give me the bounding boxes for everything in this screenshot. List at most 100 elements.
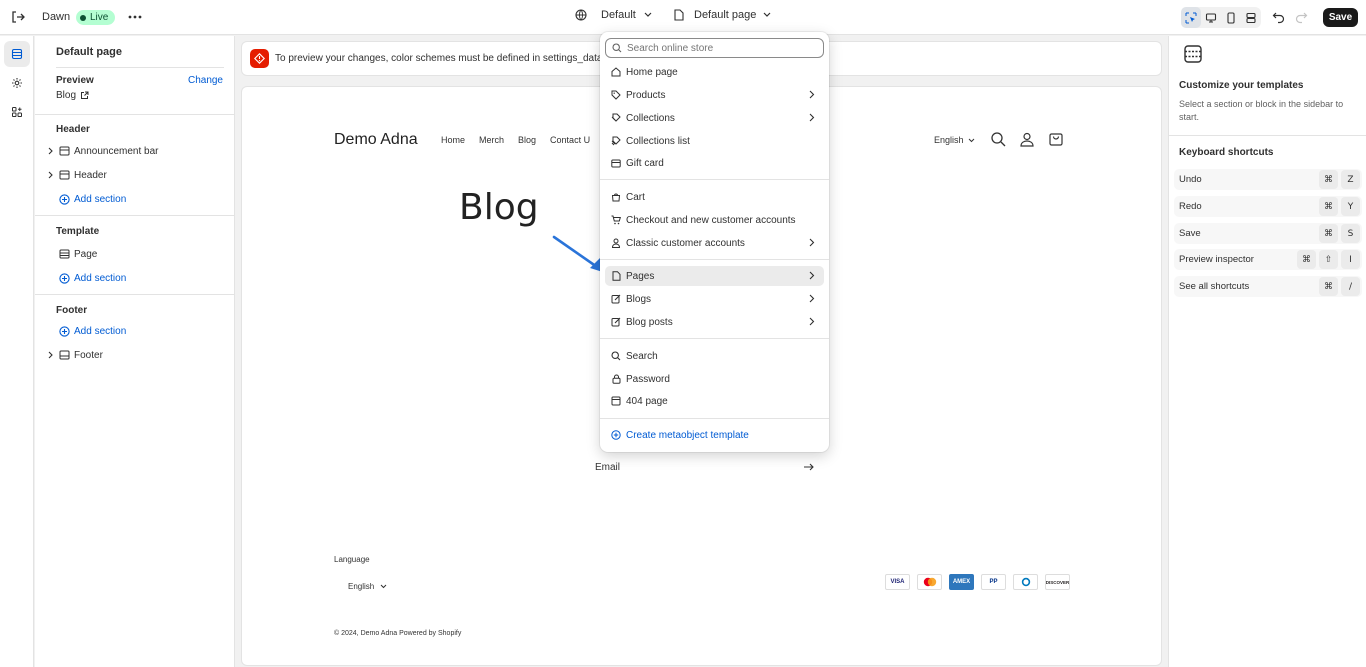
shortcut-label: Preview inspector (1179, 254, 1254, 265)
store-nav-home[interactable]: Home (441, 135, 465, 145)
section-icon (58, 146, 70, 156)
shortcut-key: / (1341, 277, 1360, 296)
preview-value[interactable]: Blog (56, 90, 89, 101)
exit-icon[interactable] (9, 8, 27, 26)
footer-language-label: Language (334, 555, 370, 564)
checkout-icon (611, 215, 621, 225)
dropdown-item-blog-posts[interactable]: Blog posts (605, 312, 824, 332)
plus-circle-icon (58, 193, 70, 205)
mobile-view-button[interactable] (1221, 7, 1241, 28)
plus-circle-icon (611, 430, 621, 440)
mastercard-icon (917, 574, 942, 590)
dropdown-item-label: Blogs (626, 293, 652, 305)
search-icon[interactable] (990, 131, 1006, 147)
layout-icon (1246, 12, 1256, 23)
keyboard-shortcuts-title: Keyboard shortcuts (1179, 147, 1274, 158)
sections-rail-button[interactable] (4, 41, 30, 67)
add-section-footer-button[interactable]: Add section (45, 321, 225, 341)
section-item-label: Footer (74, 349, 103, 361)
account-icon[interactable] (1019, 131, 1035, 147)
dropdown-item-checkout[interactable]: Checkout and new customer accounts (605, 210, 824, 230)
template-select-label: Default page (694, 9, 757, 21)
store-logo[interactable]: Demo Adna (334, 131, 418, 149)
dropdown-item-label: Blog posts (626, 316, 673, 328)
dropdown-item-products[interactable]: Products (605, 85, 824, 105)
divider (35, 215, 235, 216)
create-metaobject-template-link[interactable]: Create metaobject template (605, 425, 824, 445)
theme-settings-rail-button[interactable] (4, 70, 30, 96)
desktop-view-button[interactable] (1201, 7, 1221, 28)
live-dot-icon (80, 14, 86, 21)
footer-language-select[interactable]: English (348, 582, 387, 591)
add-section-label: Add section (74, 325, 127, 337)
dropdown-item-collections-list[interactable]: Collections list (605, 131, 824, 151)
add-section-template-button[interactable]: Add section (45, 268, 225, 288)
store-language-select[interactable]: English (934, 135, 975, 145)
footer-group-label: Footer (56, 305, 88, 316)
dropdown-item-classic-customer-accounts[interactable]: Classic customer accounts (605, 233, 824, 253)
chevron-right-icon[interactable] (45, 147, 55, 155)
template-select[interactable]: Default page (674, 9, 771, 21)
section-item-label: Header (74, 169, 107, 181)
dropdown-item-home-page[interactable]: Home page (605, 62, 824, 82)
shortcut-key: I (1341, 250, 1360, 269)
dropdown-item-collections[interactable]: Collections (605, 108, 824, 128)
dropdown-item-gift-card[interactable]: Gift card (605, 153, 824, 173)
dropdown-item-search[interactable]: Search (605, 346, 824, 366)
store-header-icons (990, 131, 1064, 147)
change-preview-link[interactable]: Change (188, 75, 223, 86)
store-nav-contact[interactable]: Contact U (550, 135, 590, 145)
dropdown-item-cart[interactable]: Cart (605, 187, 824, 207)
warning-icon (250, 49, 269, 68)
store-nav-blog[interactable]: Blog (518, 135, 536, 145)
shortcut-label: Undo (1179, 174, 1202, 185)
search-online-store-input[interactable] (627, 42, 807, 54)
dropdown-item-password[interactable]: Password (605, 369, 824, 389)
redo-icon[interactable] (1294, 10, 1308, 24)
chevron-down-icon (644, 12, 652, 17)
color-scheme-label: Default (601, 9, 636, 21)
chevron-down-icon (763, 12, 771, 17)
shortcut-label: Save (1179, 228, 1201, 239)
newsletter-email-input[interactable]: Email (595, 462, 815, 473)
add-section-label: Add section (74, 272, 127, 284)
section-item-header[interactable]: Header (45, 165, 225, 185)
more-actions-icon[interactable] (126, 9, 144, 25)
chevron-right-icon[interactable] (45, 351, 55, 359)
add-section-label: Add section (74, 193, 127, 205)
arrow-right-icon[interactable] (803, 462, 815, 472)
dropdown-item-404-page[interactable]: 404 page (605, 391, 824, 411)
search-online-store-field[interactable] (605, 38, 824, 58)
chevron-right-icon[interactable] (45, 171, 55, 179)
color-scheme-select[interactable]: Default (575, 9, 652, 21)
person-icon (611, 238, 621, 248)
paypal-icon: PP (981, 574, 1006, 590)
cart-icon[interactable] (1048, 131, 1064, 147)
command-key: ⌘ (1319, 224, 1338, 243)
visa-icon: VISA (885, 574, 910, 590)
page-title: Blog (459, 187, 539, 228)
full-width-view-button[interactable] (1241, 7, 1261, 28)
section-item-page[interactable]: Page (45, 244, 225, 264)
search-icon (611, 351, 621, 361)
blog-icon (611, 294, 621, 304)
dropdown-item-label: Products (626, 89, 666, 101)
undo-icon[interactable] (1272, 10, 1286, 24)
divider (600, 418, 829, 419)
shortcut-row-see-all[interactable]: See all shortcuts ⌘ / (1174, 276, 1362, 297)
section-item-announcement-bar[interactable]: Announcement bar (45, 141, 225, 161)
apps-rail-button[interactable] (4, 99, 30, 125)
add-section-header-button[interactable]: Add section (45, 189, 225, 209)
gear-icon (12, 78, 22, 88)
globe-icon (575, 9, 587, 21)
save-button[interactable]: Save (1323, 8, 1358, 27)
divider (56, 67, 224, 68)
command-key: ⌘ (1319, 277, 1338, 296)
dropdown-item-blogs[interactable]: Blogs (605, 289, 824, 309)
dropdown-item-pages[interactable]: Pages (605, 266, 824, 286)
chevron-right-icon (809, 317, 815, 326)
store-nav-merch[interactable]: Merch (479, 135, 504, 145)
store-nav: Home Merch Blog Contact U (441, 135, 590, 145)
section-item-footer[interactable]: Footer (45, 345, 225, 365)
inspector-toggle[interactable] (1181, 7, 1201, 28)
